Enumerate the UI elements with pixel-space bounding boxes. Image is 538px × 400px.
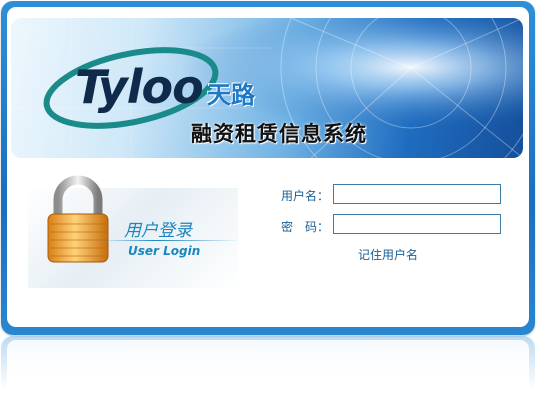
- window-reflection-inner: [7, 340, 529, 400]
- window-reflection: [1, 336, 535, 400]
- company-logo-cn: 天路: [207, 81, 255, 109]
- login-heading-cn: 用户登录: [124, 221, 192, 241]
- remember-username-link[interactable]: 记住用户名: [358, 246, 418, 263]
- username-label: 用户名：: [281, 189, 330, 203]
- password-input[interactable]: [333, 214, 501, 234]
- username-input[interactable]: [333, 184, 501, 204]
- login-heading-divider: [100, 240, 240, 241]
- system-title: 融资租赁信息系统: [191, 122, 367, 146]
- header-banner: Tyloo 天路 融资租赁信息系统: [11, 18, 523, 158]
- password-label: 密 码：: [281, 220, 330, 234]
- company-logo: Tyloo: [75, 60, 204, 114]
- padlock-icon: [47, 175, 109, 263]
- login-heading-en: User Login: [128, 244, 201, 258]
